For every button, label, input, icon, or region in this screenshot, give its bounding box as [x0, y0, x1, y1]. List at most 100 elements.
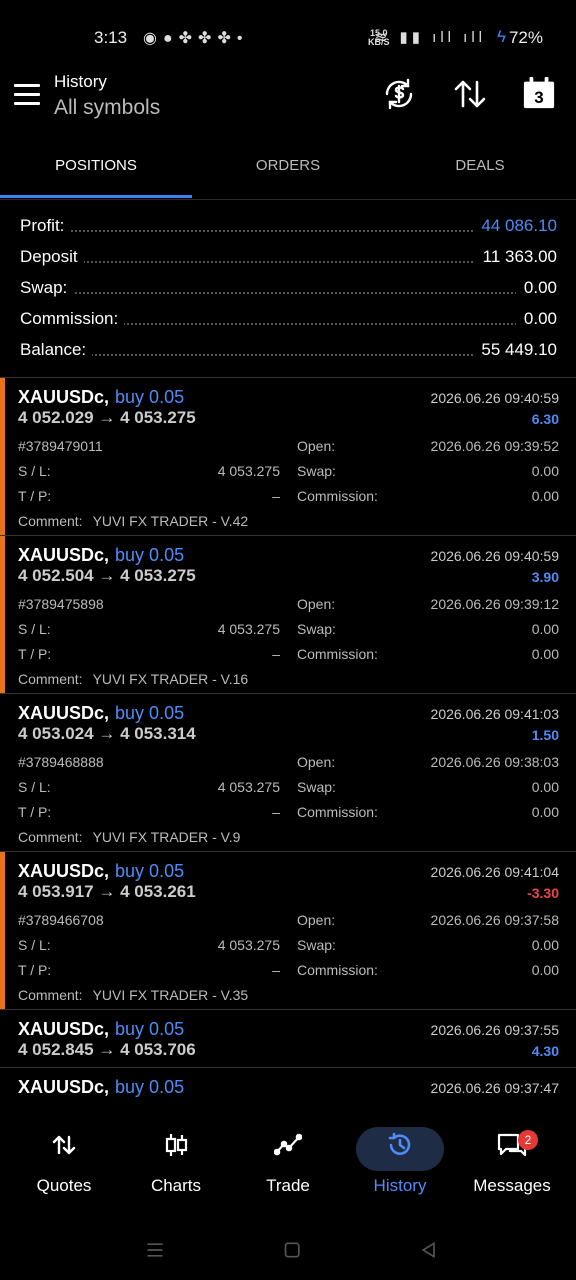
tab-orders[interactable]: ORDERS [192, 140, 384, 196]
position-symbol: XAUUSDc, buy 0.05 [18, 703, 185, 723]
position-profit: 1.50 [531, 727, 559, 743]
swap-value: 0.00 [531, 779, 559, 795]
deposit-label: Deposit [20, 247, 84, 267]
commission-label: Commission: [20, 309, 125, 329]
nav-history[interactable]: History [344, 1120, 456, 1210]
summary-row-profit: Profit: 44 086.10 [0, 210, 576, 241]
position-close-time: 2026.06.26 09:40:59 [430, 548, 559, 564]
back-icon[interactable] [419, 1240, 443, 1262]
nav-messages-label: Messages [473, 1176, 551, 1195]
swap-value: 0.00 [531, 937, 559, 953]
calendar-day: 3 [534, 88, 544, 107]
history-icon [344, 1120, 456, 1170]
summary-row-balance: Balance: 55 449.10 [0, 334, 576, 365]
page-title: History [54, 72, 107, 91]
position-symbol: XAUUSDc, buy 0.05 [18, 1019, 185, 1039]
position-ticket: #3789475898 [18, 596, 104, 612]
position-type: buy 0.05 [115, 1077, 185, 1097]
sl-value: 4 053.275 [217, 779, 280, 795]
app-header: History All symbols 3 [0, 66, 576, 136]
battery-level: 72% [508, 28, 543, 47]
tab-positions[interactable]: POSITIONS [0, 140, 192, 196]
position-type: buy 0.05 [115, 861, 185, 881]
charts-icon [120, 1120, 232, 1170]
position-prices: 4 052.029 → 4 053.275 [18, 408, 196, 427]
deposit-value: 11 363.00 [474, 247, 557, 267]
position-close-time: 2026.06.26 09:37:47 [430, 1080, 559, 1096]
nav-charts-label: Charts [150, 1176, 202, 1195]
history-tabs: POSITIONS ORDERS DEALS [0, 140, 576, 200]
nav-quotes-label: Quotes [36, 1176, 92, 1195]
summary-row-swap: Swap: 0.00 [0, 272, 576, 303]
position-ticket: #3789466708 [18, 912, 104, 928]
position-symbol: XAUUSDc, buy 0.05 [18, 861, 185, 881]
messages-icon [456, 1120, 568, 1170]
calendar-icon[interactable]: 3 [522, 76, 556, 112]
comment: Comment: YUVI FX TRADER - V.42 [18, 513, 249, 529]
nav-trade-label: Trade [266, 1176, 310, 1195]
comment-text: YUVI FX TRADER - V.9 [92, 829, 241, 845]
swap-label: Swap: [297, 937, 336, 953]
position-prices: 4 053.917 → 4 053.261 [18, 882, 196, 901]
open-label: Open: [297, 912, 336, 928]
currency-sync-icon[interactable] [381, 76, 417, 112]
tp-label: T / P: [18, 488, 52, 504]
swap-value: 0.00 [515, 278, 557, 298]
quotes-icon [8, 1120, 120, 1170]
nav-trade[interactable]: Trade [232, 1120, 344, 1210]
comment-text: YUVI FX TRADER - V.35 [92, 987, 249, 1003]
position-ticket: #3789479011 [18, 438, 103, 454]
dotted-leader [20, 292, 556, 294]
comment-text: YUVI FX TRADER - V.42 [92, 513, 249, 529]
position-prices: 4 052.504 → 4 053.275 [18, 566, 196, 585]
position-row[interactable]: XAUUSDc, buy 0.05 2026.06.26 09:37:47 [0, 1068, 576, 1100]
position-row[interactable]: XAUUSDc, buy 0.05 2026.06.26 09:37:55 4 0… [0, 1010, 576, 1068]
position-profit: 6.30 [531, 411, 559, 427]
position-type: buy 0.05 [115, 703, 185, 723]
commission-label: Commission: [297, 962, 378, 978]
position-close-time: 2026.06.26 09:37:55 [430, 1022, 559, 1038]
status-time: 3:13 [94, 28, 128, 47]
signal-icons: ≋ ▮▮ ıll ıll [374, 29, 486, 46]
open-time: 2026.06.26 09:37:58 [430, 912, 559, 928]
sl-label: S / L: [18, 463, 51, 479]
menu-icon[interactable] [14, 84, 40, 106]
messages-badge: 2 [518, 1130, 538, 1150]
swap-label: Swap: [297, 621, 336, 637]
position-close-time: 2026.06.26 09:40:59 [430, 390, 559, 406]
nav-charts[interactable]: Charts [120, 1120, 232, 1210]
position-row[interactable]: XAUUSDc, buy 0.05 2026.06.26 09:41:03 4 0… [0, 694, 576, 852]
comment: Comment: YUVI FX TRADER - V.16 [18, 671, 249, 687]
position-symbol: XAUUSDc, buy 0.05 [18, 387, 185, 407]
comment: Comment: YUVI FX TRADER - V.9 [18, 829, 241, 845]
position-type: buy 0.05 [115, 545, 185, 565]
charging-icon: ϟ [497, 27, 506, 46]
symbol-filter[interactable]: All symbols [54, 96, 160, 120]
nav-history-label: History [373, 1176, 427, 1195]
position-row[interactable]: XAUUSDc, buy 0.05 2026.06.26 09:40:59 4 0… [0, 536, 576, 694]
profit-value: 44 086.10 [473, 216, 557, 236]
sl-value: 4 053.275 [217, 463, 280, 479]
sl-label: S / L: [18, 937, 51, 953]
open-label: Open: [297, 596, 336, 612]
recent-apps-icon[interactable] [145, 1240, 169, 1262]
balance-label: Balance: [20, 340, 93, 360]
commission-label: Commission: [297, 804, 378, 820]
balance-value: 55 449.10 [473, 340, 557, 360]
swap-label: Swap: [20, 278, 74, 298]
position-ticket: #3789468888 [18, 754, 104, 770]
position-symbol: XAUUSDc, buy 0.05 [18, 545, 185, 565]
position-profit: 3.90 [531, 569, 559, 585]
position-row[interactable]: XAUUSDc, buy 0.05 2026.06.26 09:40:59 4 0… [0, 378, 576, 536]
positions-list: XAUUSDc, buy 0.05 2026.06.26 09:40:59 4 0… [0, 378, 576, 1100]
position-row[interactable]: XAUUSDc, buy 0.05 2026.06.26 09:41:04 4 0… [0, 852, 576, 1010]
sort-icon[interactable] [452, 76, 488, 112]
open-time: 2026.06.26 09:39:12 [430, 596, 559, 612]
position-prices: 4 053.024 → 4 053.314 [18, 724, 196, 743]
status-bar: 3:13 ◉●✤✤✤• 15.0 KB/S ≋ ▮▮ ıll ıll ϟ 72% [0, 0, 576, 76]
nav-messages[interactable]: 2 Messages [456, 1120, 568, 1210]
nav-quotes[interactable]: Quotes [8, 1120, 120, 1210]
home-icon[interactable] [283, 1240, 307, 1262]
sl-label: S / L: [18, 779, 51, 795]
tab-deals[interactable]: DEALS [384, 140, 576, 196]
